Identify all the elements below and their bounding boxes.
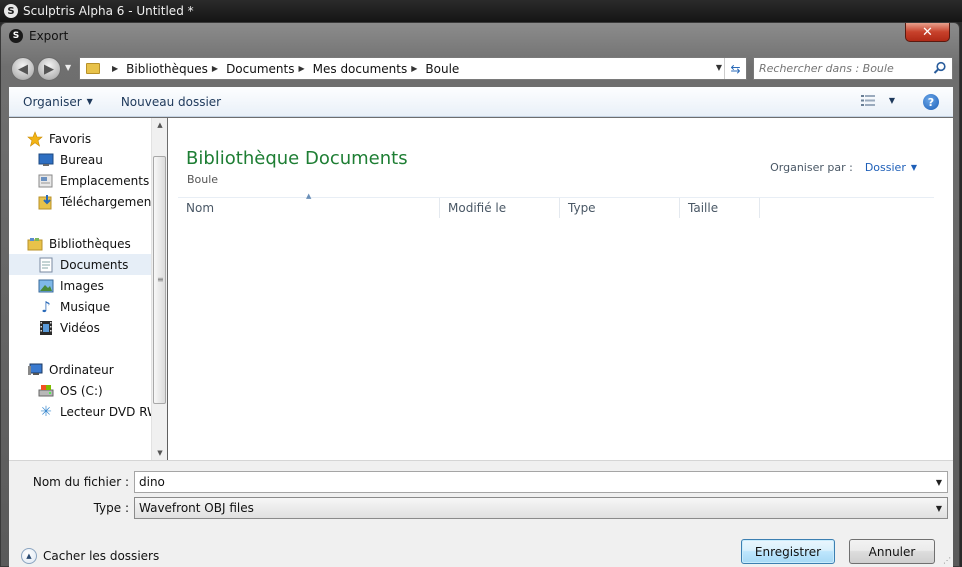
images-icon xyxy=(38,278,54,294)
tree-item-recent-places[interactable]: Emplacements ré xyxy=(9,170,151,191)
command-toolbar: Organiser ▼ Nouveau dossier ▼ ? xyxy=(9,87,953,117)
close-button[interactable]: ✕ xyxy=(905,23,950,42)
tree-item-favorites[interactable]: Favoris xyxy=(9,128,151,149)
export-dialog: S Export ✕ ◀ ▶ ▼ ▶ Bibliothèques ▶ Docum… xyxy=(0,22,960,567)
recent-pages-dropdown-icon[interactable]: ▼ xyxy=(65,63,71,72)
refresh-button[interactable]: ⇆ xyxy=(724,58,746,79)
file-type-value: Wavefront OBJ files xyxy=(139,501,254,515)
tree-item-desktop[interactable]: Bureau xyxy=(9,149,151,170)
breadcrumb-separator-icon[interactable]: ▶ xyxy=(298,64,304,73)
navigation-pane: Favoris Bureau Emplacements ré Télécharg… xyxy=(9,118,167,460)
save-options-area: Nom du fichier : dino ▼ Type : Wavefront… xyxy=(9,460,953,567)
desktop-icon xyxy=(38,152,54,168)
app-title: Sculptris Alpha 6 - Untitled * xyxy=(23,4,194,18)
search-icon[interactable] xyxy=(933,61,947,75)
save-button[interactable]: Enregistrer xyxy=(741,539,835,564)
breadcrumb-separator-icon[interactable]: ▶ xyxy=(212,64,218,73)
chevron-down-icon: ▼ xyxy=(86,97,93,106)
new-folder-button[interactable]: Nouveau dossier xyxy=(107,95,235,109)
arrange-by-dropdown[interactable]: Dossier ▼ xyxy=(865,161,917,174)
library-subtitle: Boule xyxy=(187,173,219,186)
breadcrumb-separator-icon[interactable]: ▶ xyxy=(112,64,118,73)
forward-arrow-icon: ▶ xyxy=(44,61,54,77)
back-button[interactable]: ◀ xyxy=(11,57,35,81)
help-icon[interactable]: ? xyxy=(923,94,939,110)
music-icon: ♪ xyxy=(41,297,51,316)
tree-item-downloads[interactable]: Téléchargements xyxy=(9,191,151,212)
breadcrumb-boule[interactable]: Boule xyxy=(425,62,459,76)
hide-folders-button[interactable]: ▲ Cacher les dossiers xyxy=(21,548,159,564)
dialog-app-icon: S xyxy=(9,29,23,43)
tree-item-documents[interactable]: Documents xyxy=(9,254,151,275)
tree-item-dvd-drive[interactable]: ✳ Lecteur DVD RW xyxy=(9,401,151,422)
chevron-down-icon: ▼ xyxy=(910,163,917,172)
filename-label: Nom du fichier : xyxy=(32,475,129,489)
chevron-down-icon[interactable]: ▼ xyxy=(889,96,895,105)
star-icon xyxy=(27,130,43,147)
column-modified[interactable]: Modifié le xyxy=(440,198,560,218)
tree-item-libraries[interactable]: Bibliothèques xyxy=(9,233,151,254)
documents-icon xyxy=(38,257,54,273)
organize-menu-button[interactable]: Organiser ▼ xyxy=(9,95,107,109)
chevron-down-icon: ▼ xyxy=(935,504,942,513)
dialog-title: Export xyxy=(29,29,69,43)
grip-icon: ≡ xyxy=(157,275,164,284)
navigation-row: ◀ ▶ ▼ ▶ Bibliothèques ▶ Documents ▶ Mes … xyxy=(9,57,953,81)
search-input[interactable] xyxy=(759,62,929,75)
scroll-up-icon[interactable]: ▲ xyxy=(152,118,168,132)
recent-places-icon xyxy=(38,173,54,189)
app-title-bar: S Sculptris Alpha 6 - Untitled * xyxy=(0,0,962,22)
folder-icon xyxy=(86,63,100,74)
arrange-by: Organiser par : Dossier ▼ xyxy=(770,161,917,174)
filename-value: dino xyxy=(139,475,165,489)
column-header: ▲ Nom Modifié le Type Taille xyxy=(178,192,934,218)
column-size[interactable]: Taille xyxy=(680,198,760,218)
forward-button[interactable]: ▶ xyxy=(37,57,61,81)
videos-icon xyxy=(38,320,54,336)
libraries-icon xyxy=(27,236,43,252)
breadcrumb-my-documents[interactable]: Mes documents xyxy=(313,62,408,76)
tree-item-computer[interactable]: Ordinateur xyxy=(9,359,151,380)
computer-icon xyxy=(27,362,43,378)
downloads-icon xyxy=(38,194,54,210)
address-bar[interactable]: ▶ Bibliothèques ▶ Documents ▶ Mes docume… xyxy=(79,57,747,80)
tree-item-music[interactable]: ♪ Musique xyxy=(9,296,151,317)
tree-item-os-drive[interactable]: OS (C:) xyxy=(9,380,151,401)
library-title: Bibliothèque Documents xyxy=(186,148,408,169)
column-name[interactable]: Nom xyxy=(178,198,440,218)
type-label: Type : xyxy=(93,501,129,515)
file-list-pane: Bibliothèque Documents Boule Organiser p… xyxy=(168,118,953,460)
breadcrumb-separator-icon[interactable]: ▶ xyxy=(411,64,417,73)
dvd-icon: ✳ xyxy=(40,403,52,420)
refresh-icon: ⇆ xyxy=(730,61,741,76)
drive-icon xyxy=(38,383,54,399)
resize-grip-icon[interactable]: ⋰ xyxy=(943,556,951,565)
tree-item-videos[interactable]: Vidéos xyxy=(9,317,151,338)
change-view-button[interactable]: ▼ xyxy=(860,95,895,106)
chevron-down-icon[interactable]: ▼ xyxy=(936,478,942,487)
file-type-select[interactable]: Wavefront OBJ files ▼ xyxy=(134,497,948,519)
navpane-scrollbar[interactable]: ▲ ≡ ▼ xyxy=(151,118,167,460)
breadcrumb-libraries[interactable]: Bibliothèques xyxy=(126,62,208,76)
view-details-icon xyxy=(860,95,875,106)
search-box[interactable] xyxy=(753,57,953,80)
column-type[interactable]: Type xyxy=(560,198,680,218)
back-arrow-icon: ◀ xyxy=(18,61,28,77)
close-icon: ✕ xyxy=(922,24,933,40)
scrollbar-thumb[interactable]: ≡ xyxy=(153,156,166,404)
scroll-down-icon[interactable]: ▼ xyxy=(152,446,168,460)
cancel-button[interactable]: Annuler xyxy=(849,539,935,564)
dialog-title-bar: S Export xyxy=(9,29,68,43)
address-dropdown-icon[interactable]: ▼ xyxy=(716,63,722,72)
sculptris-logo-icon: S xyxy=(4,4,18,18)
filename-field[interactable]: dino ▼ xyxy=(134,471,948,493)
chevron-up-icon: ▲ xyxy=(21,548,37,564)
folder-tree: Favoris Bureau Emplacements ré Télécharg… xyxy=(9,118,151,460)
arrange-by-label: Organiser par : xyxy=(770,161,853,174)
tree-item-images[interactable]: Images xyxy=(9,275,151,296)
breadcrumb-documents[interactable]: Documents xyxy=(226,62,294,76)
